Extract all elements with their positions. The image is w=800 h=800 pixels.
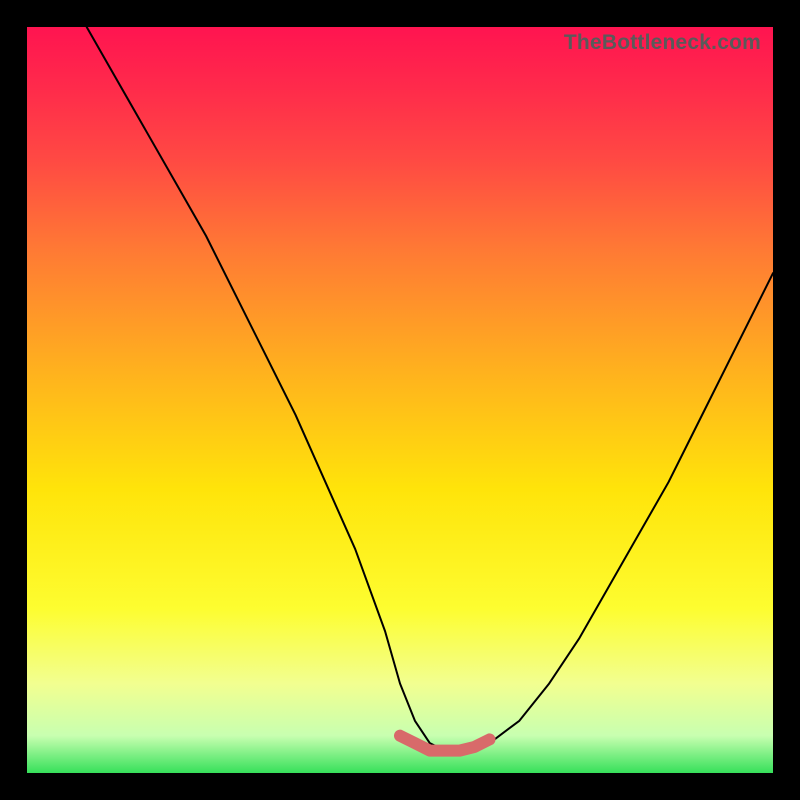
highlight-segment	[400, 736, 490, 751]
chart-frame: TheBottleneck.com	[0, 0, 800, 800]
curve	[87, 27, 773, 751]
curve-layer	[27, 27, 773, 773]
plot-area: TheBottleneck.com	[27, 27, 773, 773]
watermark: TheBottleneck.com	[564, 31, 761, 55]
